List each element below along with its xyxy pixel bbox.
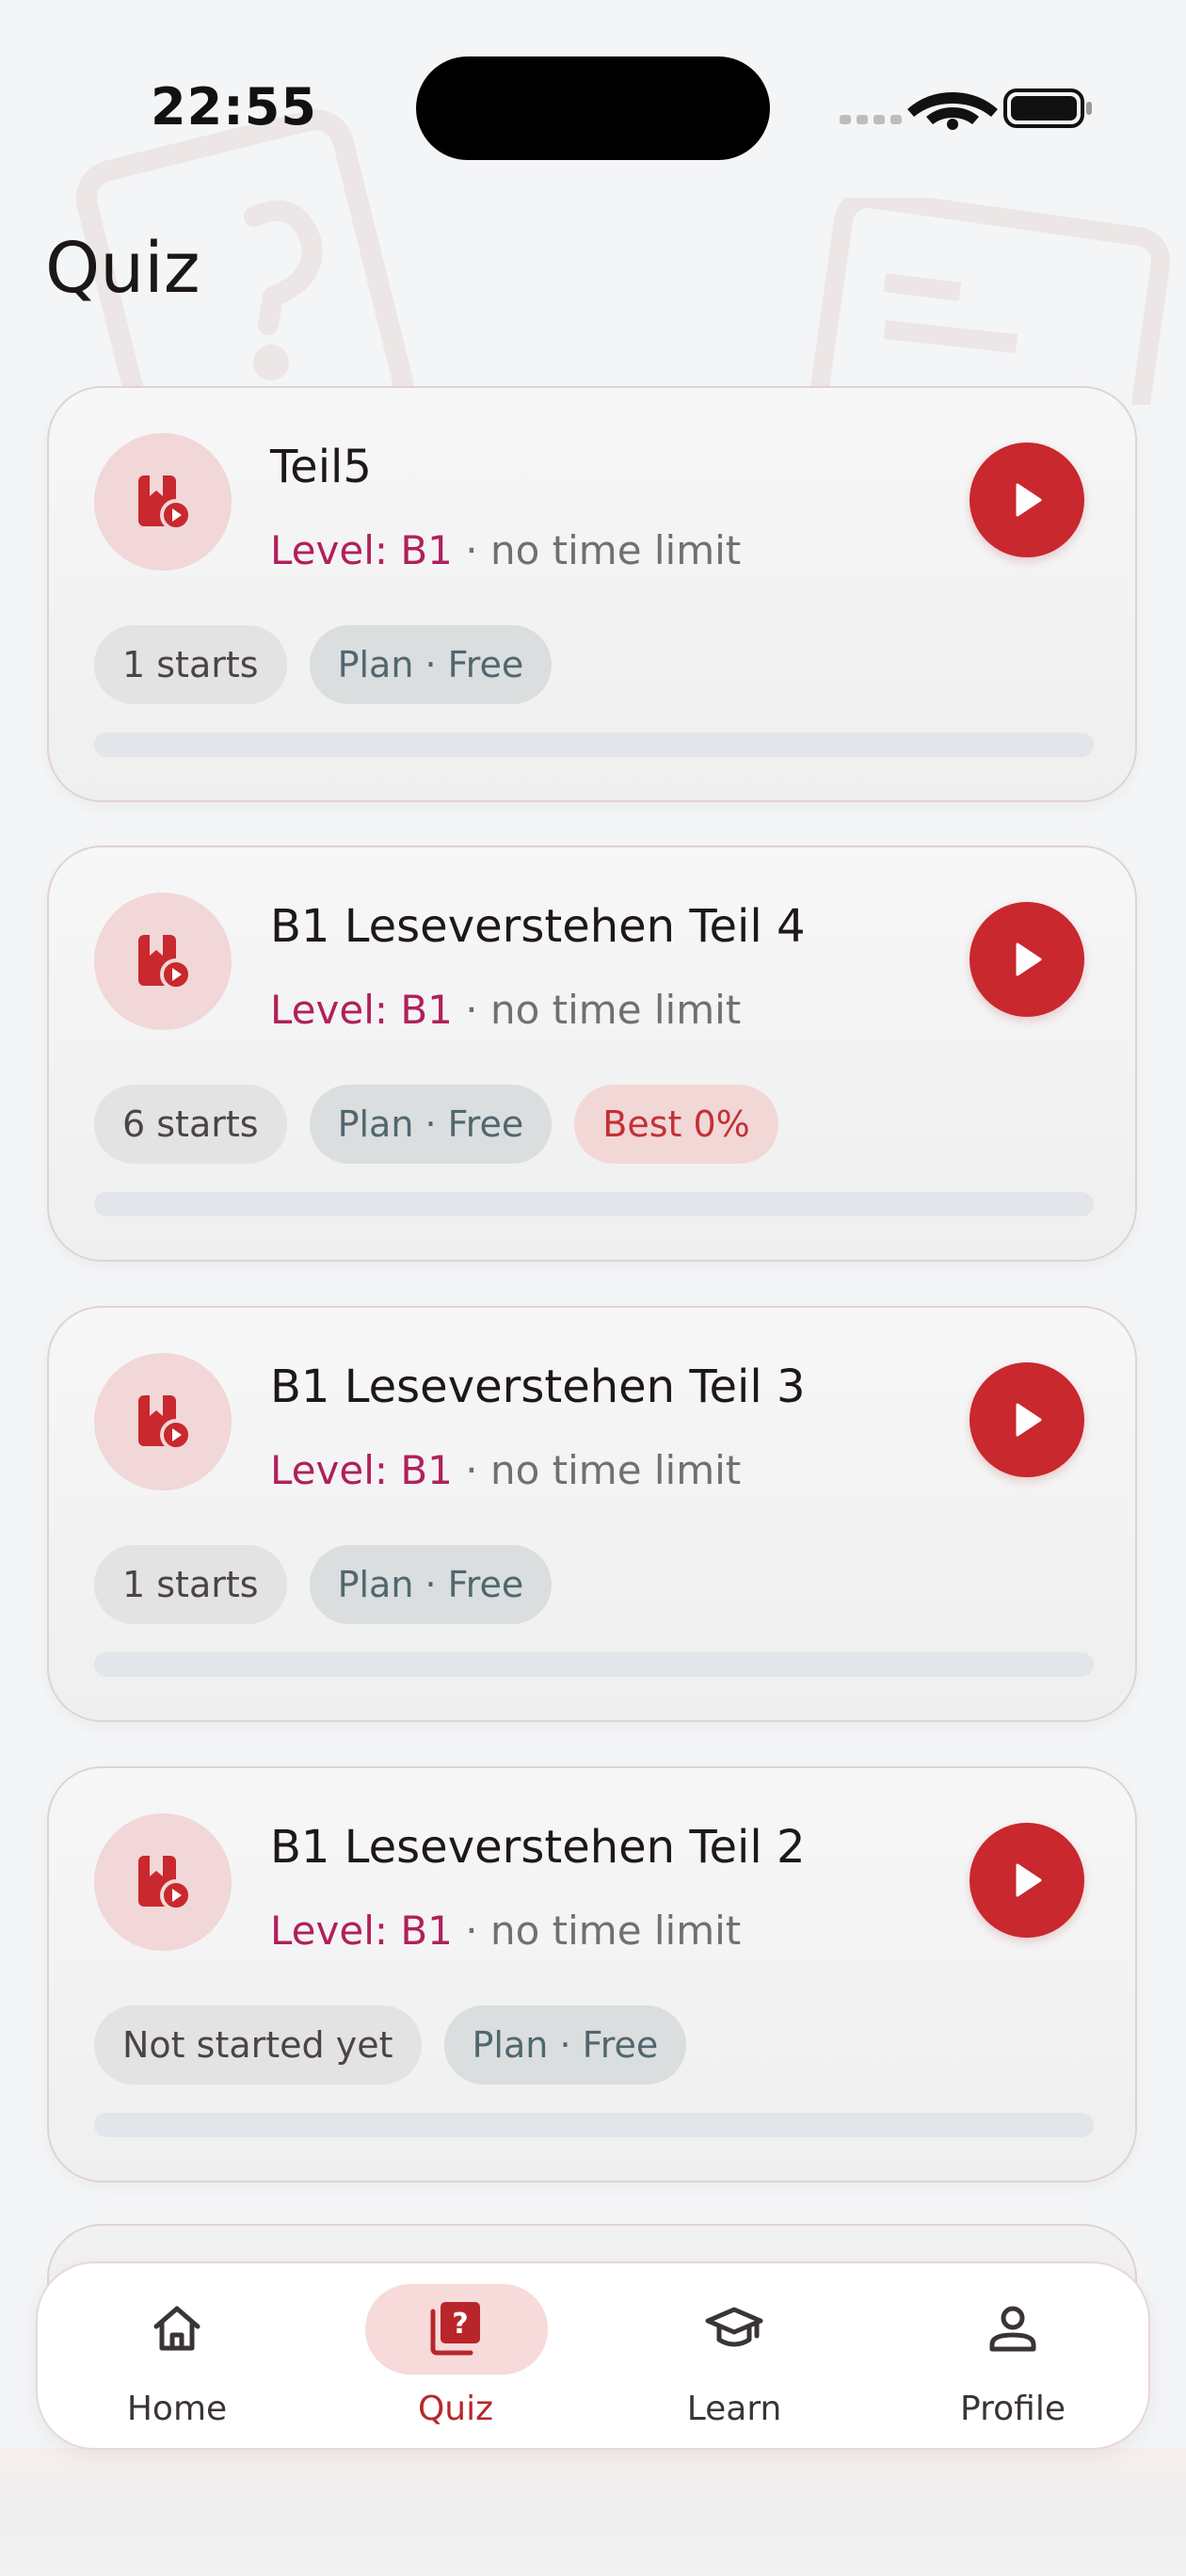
dynamic-island bbox=[416, 56, 770, 160]
quiz-chips: 6 starts Plan · Free Best 0% bbox=[94, 1085, 778, 1164]
starts-chip: Not started yet bbox=[94, 2005, 422, 2085]
signal-icon bbox=[840, 115, 902, 124]
quiz-card[interactable]: Teil5 Level: B1 · no time limit 1 starts… bbox=[47, 386, 1137, 802]
quiz-icon: ? bbox=[423, 2295, 489, 2361]
best-score-chip: Best 0% bbox=[574, 1085, 778, 1164]
quiz-meta: Level: B1 · no time limit bbox=[270, 1447, 741, 1493]
wifi-icon bbox=[907, 92, 998, 130]
starts-chip: 1 starts bbox=[94, 625, 287, 704]
meta-separator: · bbox=[465, 1908, 478, 1954]
quiz-level: Level: B1 bbox=[270, 527, 453, 573]
play-icon bbox=[1016, 1863, 1042, 1897]
page-title: Quiz bbox=[45, 228, 200, 309]
play-button[interactable] bbox=[970, 1362, 1084, 1477]
nav-item-home[interactable]: Home bbox=[38, 2263, 316, 2448]
nav-label-home: Home bbox=[126, 2390, 228, 2428]
home-icon bbox=[144, 2295, 210, 2361]
quiz-progress-bar bbox=[94, 733, 1094, 757]
status-icons bbox=[840, 89, 1092, 130]
nav-item-quiz[interactable]: ? Quiz bbox=[316, 2263, 595, 2448]
plan-chip: Plan · Free bbox=[309, 1085, 553, 1164]
battery-icon bbox=[1003, 89, 1092, 128]
quiz-level: Level: B1 bbox=[270, 1447, 453, 1493]
plan-chip: Plan · Free bbox=[309, 1545, 553, 1624]
play-icon bbox=[1016, 942, 1042, 976]
quiz-book-icon bbox=[94, 893, 232, 1030]
quiz-time-limit: no time limit bbox=[489, 527, 742, 573]
quiz-chips: Not started yet Plan · Free bbox=[94, 2005, 687, 2085]
nav-label-profile: Profile bbox=[960, 2390, 1066, 2428]
quiz-progress-bar bbox=[94, 1652, 1094, 1677]
quiz-book-icon bbox=[94, 1353, 232, 1490]
quiz-progress-bar bbox=[94, 1192, 1094, 1216]
quiz-level: Level: B1 bbox=[270, 1908, 453, 1954]
play-button[interactable] bbox=[970, 443, 1084, 557]
play-button[interactable] bbox=[970, 1823, 1084, 1938]
quiz-meta: Level: B1 · no time limit bbox=[270, 987, 741, 1033]
nav-item-learn[interactable]: Learn bbox=[595, 2263, 873, 2448]
status-bar: 22:55 bbox=[0, 0, 1186, 188]
quiz-progress-bar bbox=[94, 2113, 1094, 2137]
play-icon bbox=[1016, 483, 1042, 517]
meta-separator: · bbox=[465, 527, 478, 573]
play-icon bbox=[1016, 1403, 1042, 1437]
quiz-book-icon bbox=[94, 433, 232, 571]
person-icon bbox=[980, 2295, 1046, 2361]
starts-chip: 1 starts bbox=[94, 1545, 287, 1624]
nav-label-learn: Learn bbox=[686, 2390, 782, 2428]
quiz-book-icon bbox=[94, 1813, 232, 1951]
status-time: 22:55 bbox=[151, 77, 317, 137]
quiz-meta: Level: B1 · no time limit bbox=[270, 527, 741, 573]
quiz-title: Teil5 bbox=[270, 441, 372, 493]
bottom-blur-area bbox=[0, 2448, 1186, 2576]
plan-chip: Plan · Free bbox=[309, 625, 553, 704]
quiz-title: B1 Leseverstehen Teil 2 bbox=[270, 1821, 806, 1874]
background-document-doodle bbox=[806, 198, 1171, 405]
quiz-chips: 1 starts Plan · Free bbox=[94, 625, 553, 704]
quiz-time-limit: no time limit bbox=[489, 1908, 742, 1954]
quiz-title: B1 Leseverstehen Teil 4 bbox=[270, 900, 806, 953]
quiz-meta: Level: B1 · no time limit bbox=[270, 1908, 741, 1954]
quiz-card[interactable]: B1 Leseverstehen Teil 3 Level: B1 · no t… bbox=[47, 1306, 1137, 1722]
quiz-card[interactable]: B1 Leseverstehen Teil 2 Level: B1 · no t… bbox=[47, 1766, 1137, 2182]
bottom-nav: Home ? Quiz Learn Profile bbox=[36, 2262, 1150, 2450]
quiz-time-limit: no time limit bbox=[489, 1447, 742, 1493]
quiz-level: Level: B1 bbox=[270, 987, 453, 1033]
quiz-chips: 1 starts Plan · Free bbox=[94, 1545, 553, 1624]
nav-item-profile[interactable]: Profile bbox=[873, 2263, 1152, 2448]
graduation-cap-icon bbox=[701, 2295, 767, 2361]
play-button[interactable] bbox=[970, 902, 1084, 1017]
nav-label-quiz: Quiz bbox=[417, 2390, 494, 2428]
quiz-time-limit: no time limit bbox=[489, 987, 742, 1033]
quiz-card[interactable]: B1 Leseverstehen Teil 4 Level: B1 · no t… bbox=[47, 845, 1137, 1262]
svg-text:?: ? bbox=[452, 2308, 468, 2341]
quiz-title: B1 Leseverstehen Teil 3 bbox=[270, 1360, 806, 1413]
starts-chip: 6 starts bbox=[94, 1085, 287, 1164]
meta-separator: · bbox=[465, 987, 478, 1033]
plan-chip: Plan · Free bbox=[443, 2005, 687, 2085]
meta-separator: · bbox=[465, 1447, 478, 1493]
